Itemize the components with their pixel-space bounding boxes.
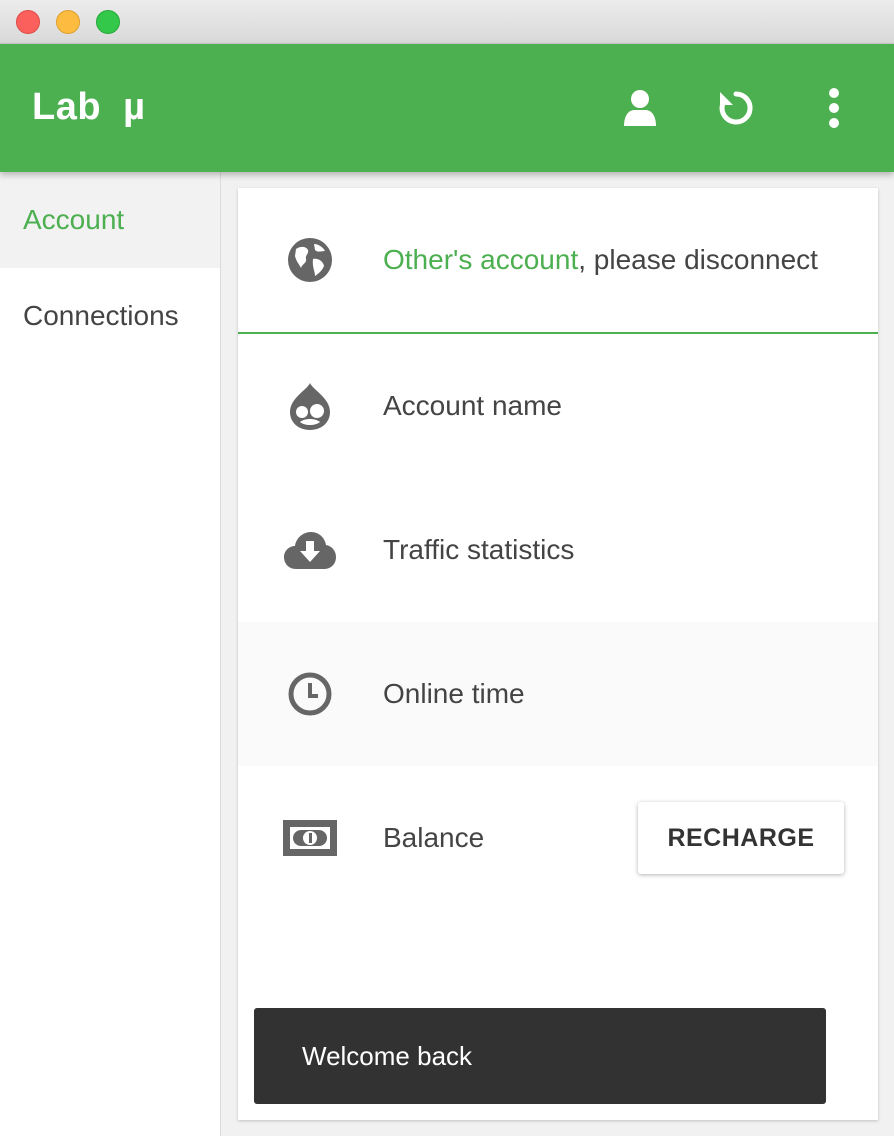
sidebar-item-connections[interactable]: Connections [0,268,220,364]
sidebar-item-account[interactable]: Account [0,172,220,268]
traffic-statistics-label: Traffic statistics [383,534,575,565]
window-titlebar [0,0,894,44]
sidebar: Account Connections [0,172,221,1136]
cloud-download-icon [282,522,338,578]
refresh-button[interactable] [706,78,766,138]
account-name-row[interactable]: Account name [238,334,878,478]
snackbar-message: Welcome back [302,1040,473,1071]
globe-icon [282,232,338,288]
balance-label: Balance [383,822,485,853]
user-icon [624,90,656,126]
app-bar: Lab µ [0,44,894,172]
traffic-statistics-row[interactable]: Traffic statistics [238,478,878,622]
account-status-row: Other's account, please disconnect [238,188,878,334]
account-status-text: Other's account, please disconnect [383,244,818,276]
close-window-button[interactable] [16,10,40,34]
drupal-icon [282,378,338,434]
recharge-button[interactable]: RECHARGE [638,802,844,874]
balance-row: Balance RECHARGE [238,766,878,910]
account-card: Other's account, please disconnect Accou… [238,188,878,1120]
app-title: Lab µ [32,86,146,128]
online-time-label: Online time [383,678,525,709]
online-time-row[interactable]: Online time [238,622,878,766]
clock-icon [282,666,338,722]
more-vert-icon [829,88,839,128]
more-options-button[interactable] [804,78,864,138]
minimize-window-button[interactable] [56,10,80,34]
user-button[interactable] [610,78,670,138]
account-name-label: Account name [383,390,562,421]
disconnect-hint: , please disconnect [578,244,818,275]
zoom-window-button[interactable] [96,10,120,34]
snackbar: Welcome back [254,1008,826,1104]
money-icon [282,810,338,866]
others-account-label: Other's account [383,244,579,275]
refresh-icon [719,91,753,125]
